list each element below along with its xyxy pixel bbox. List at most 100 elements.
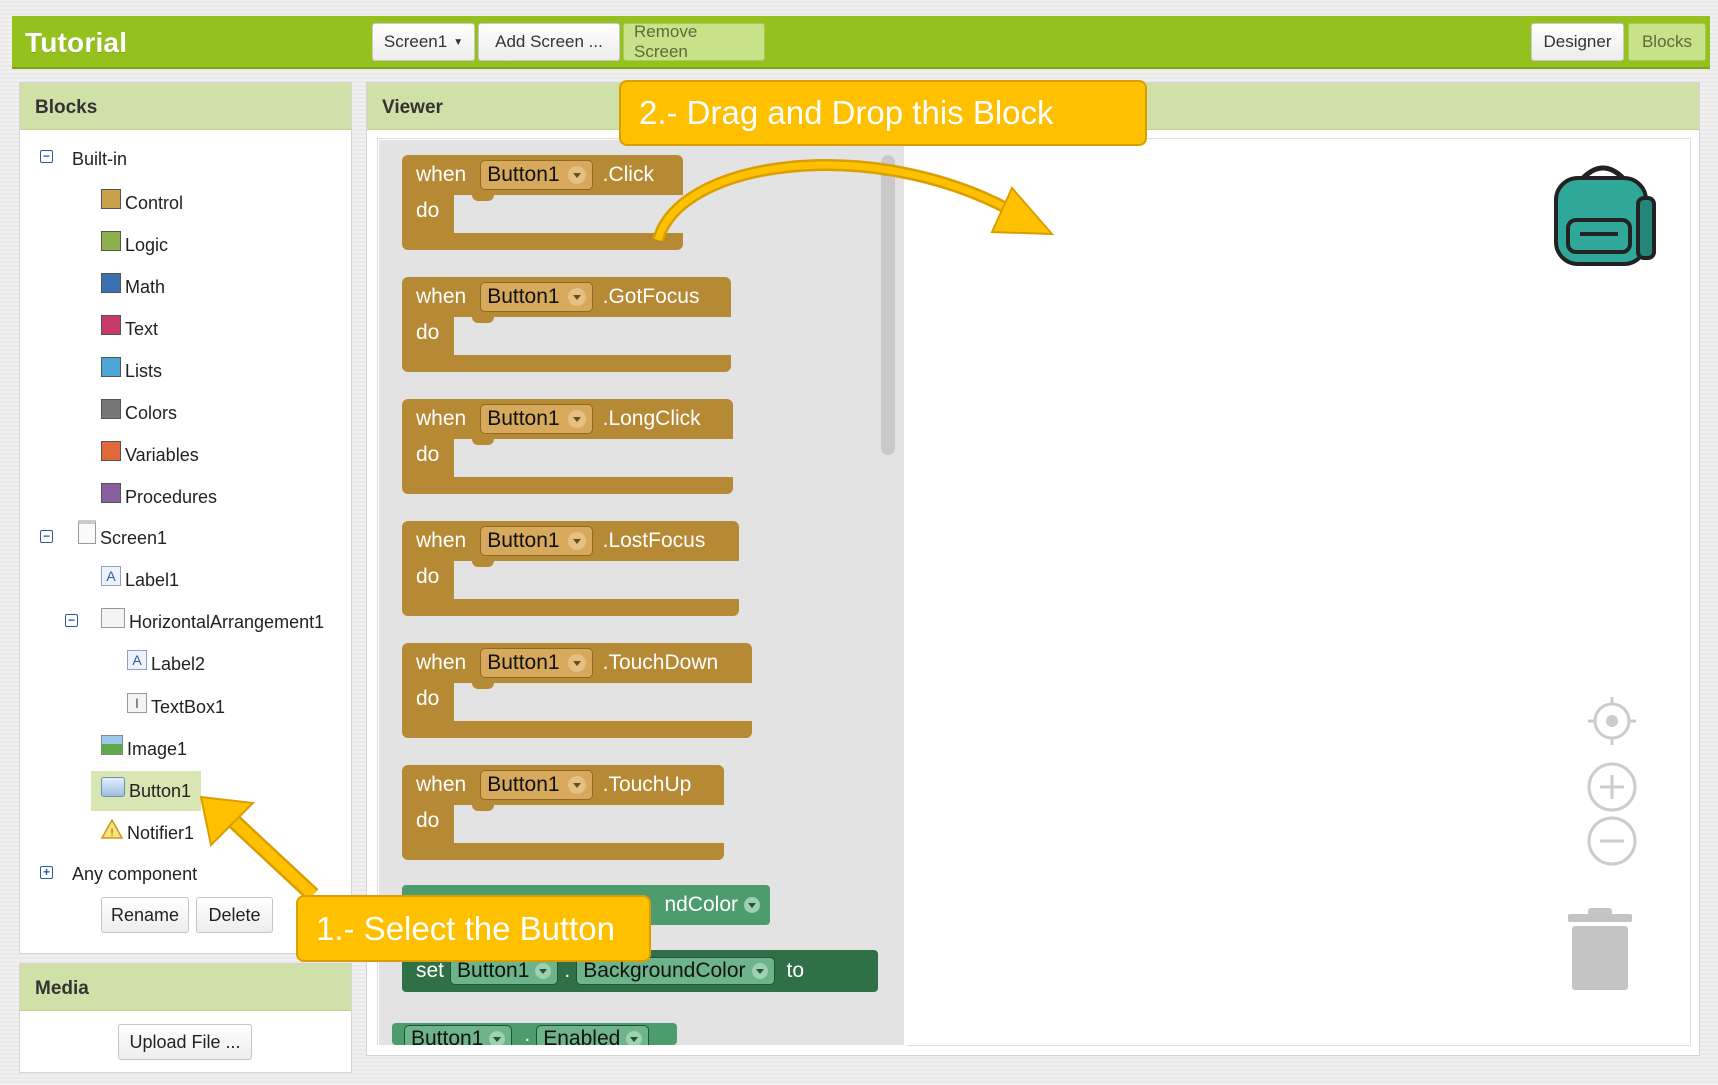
event-block[interactable]: when Button1 .LostFocus do — [402, 521, 739, 616]
component-dropdown[interactable]: Button1 — [480, 526, 593, 556]
media-panel-title: Media — [20, 964, 351, 1011]
screen-select-label: Screen1 — [383, 32, 448, 51]
screen1-label: Screen1 — [100, 527, 168, 548]
when-keyword: when — [416, 407, 467, 430]
when-keyword: when — [416, 773, 467, 796]
component-dropdown-label: Button1 — [487, 651, 560, 674]
blocks-button[interactable]: Blocks — [1628, 23, 1706, 61]
image1-label: Image1 — [127, 738, 188, 759]
event-block-notch — [472, 681, 494, 689]
do-keyword: do — [416, 443, 440, 466]
enabled-property-label: Enabled — [543, 1027, 621, 1045]
enabled-getter-block[interactable]: Button1 . Enabled — [392, 1023, 677, 1045]
event-block[interactable]: when Button1 .TouchDown do — [402, 643, 752, 738]
color-swatch-icon — [101, 441, 121, 461]
recenter-icon[interactable] — [1586, 695, 1638, 752]
builtin-drawer-text[interactable]: Text — [101, 315, 158, 342]
do-keyword: do — [416, 321, 440, 344]
trash-icon[interactable] — [1566, 906, 1634, 997]
collapse-horizontal-toggle[interactable]: − — [65, 614, 78, 627]
chevron-down-icon — [567, 532, 586, 550]
setter-property-label: BackgroundColor — [583, 959, 746, 982]
callout-step2-text: 2.- Drag and Drop this Block — [639, 94, 1054, 131]
tree-image1[interactable]: Image1 — [101, 735, 188, 762]
screen-select-button[interactable]: Screen1 ▼ — [372, 23, 475, 61]
component-dropdown[interactable]: Button1 — [480, 282, 593, 312]
builtin-drawer-label: Math — [125, 276, 166, 297]
event-block-header: when Button1 .LostFocus — [402, 521, 739, 561]
component-dropdown-label: Button1 — [487, 407, 560, 430]
event-block-header: when Button1 .GotFocus — [402, 277, 731, 317]
chevron-down-icon — [744, 897, 760, 913]
event-name: .LongClick — [602, 407, 701, 430]
enabled-property-dropdown[interactable]: Enabled — [536, 1025, 650, 1045]
tree-builtin[interactable]: Built-in — [72, 146, 127, 172]
horizontal-arrangement-icon — [101, 608, 125, 628]
chevron-down-icon — [626, 1031, 643, 1045]
builtin-drawer-logic[interactable]: Logic — [101, 231, 169, 258]
upload-file-button[interactable]: Upload File ... — [118, 1024, 252, 1060]
tree-textbox1[interactable]: I TextBox1 — [127, 693, 225, 720]
event-name: .LostFocus — [602, 529, 706, 552]
expand-any-component-toggle[interactable]: + — [40, 866, 53, 879]
builtin-drawer-variables[interactable]: Variables — [101, 441, 199, 468]
blocks-panel-title: Blocks — [20, 83, 351, 130]
builtin-drawer-lists[interactable]: Lists — [101, 357, 162, 384]
event-block-notch — [472, 559, 494, 567]
event-block-header: when Button1 .TouchDown — [402, 643, 752, 683]
tree-any-component[interactable]: Any component — [72, 861, 197, 887]
tree-screen1[interactable]: Screen1 — [78, 520, 168, 551]
builtin-drawer-procedures[interactable]: Procedures — [101, 483, 217, 510]
color-swatch-icon — [101, 273, 121, 293]
tree-horizontal-arrangement1[interactable]: HorizontalArrangement1 — [101, 608, 324, 635]
zoom-out-icon[interactable] — [1586, 815, 1638, 872]
event-block[interactable]: when Button1 .GotFocus do — [402, 277, 731, 372]
tree-notifier1[interactable]: ! Notifier1 — [100, 818, 195, 846]
zoom-in-icon[interactable] — [1586, 761, 1638, 818]
collapse-builtin-toggle[interactable]: − — [40, 150, 53, 163]
component-dropdown[interactable]: Button1 — [480, 404, 593, 434]
chevron-down-icon — [567, 166, 586, 184]
add-screen-button[interactable]: Add Screen ... — [478, 23, 620, 61]
set-keyword: set — [416, 959, 445, 982]
component-dropdown-label: Button1 — [487, 285, 560, 308]
component-dropdown[interactable]: Button1 — [480, 648, 593, 678]
when-keyword: when — [416, 651, 467, 674]
rename-button[interactable]: Rename — [101, 897, 189, 933]
builtin-drawer-control[interactable]: Control — [101, 189, 184, 216]
event-name: .TouchDown — [602, 651, 719, 674]
color-swatch-icon — [101, 399, 121, 419]
builtin-drawer-label: Logic — [125, 234, 169, 255]
event-block[interactable]: when Button1 .TouchUp do — [402, 765, 724, 860]
designer-button[interactable]: Designer — [1531, 23, 1624, 61]
arrow-to-button1-icon — [199, 795, 319, 901]
tree-label1[interactable]: A Label1 — [101, 566, 179, 593]
event-block[interactable]: when Button1 .LongClick do — [402, 399, 733, 494]
event-block-header: when Button1 .TouchUp — [402, 765, 724, 805]
tree-label2[interactable]: A Label2 — [127, 650, 206, 677]
notifier1-label: Notifier1 — [127, 822, 195, 843]
builtin-drawer-math[interactable]: Math — [101, 273, 166, 300]
label2-label: Label2 — [151, 653, 206, 674]
chevron-down-icon — [567, 776, 586, 794]
setter-component-label: Button1 — [457, 959, 530, 982]
collapse-screen-toggle[interactable]: − — [40, 530, 53, 543]
label-icon: A — [127, 650, 147, 670]
color-swatch-icon — [101, 357, 121, 377]
component-dropdown[interactable]: Button1 — [480, 160, 593, 190]
callout-drag-drop: 2.- Drag and Drop this Block — [619, 80, 1147, 146]
to-keyword: to — [786, 959, 805, 982]
event-block-notch — [472, 437, 494, 445]
when-keyword: when — [416, 529, 467, 552]
arrow-to-workspace-icon — [652, 159, 1055, 242]
builtin-drawer-label: Control — [125, 192, 184, 213]
chevron-down-icon — [567, 410, 586, 428]
builtin-drawer-colors[interactable]: Colors — [101, 399, 177, 426]
button-icon — [101, 777, 125, 797]
enabled-component-dropdown[interactable]: Button1 — [404, 1025, 513, 1045]
remove-screen-button[interactable]: Remove Screen — [623, 22, 765, 61]
tree-button1[interactable]: Button1 — [101, 777, 191, 804]
component-dropdown[interactable]: Button1 — [480, 770, 593, 800]
backpack-icon[interactable] — [1548, 158, 1658, 273]
builtin-drawer-label: Variables — [125, 444, 199, 465]
